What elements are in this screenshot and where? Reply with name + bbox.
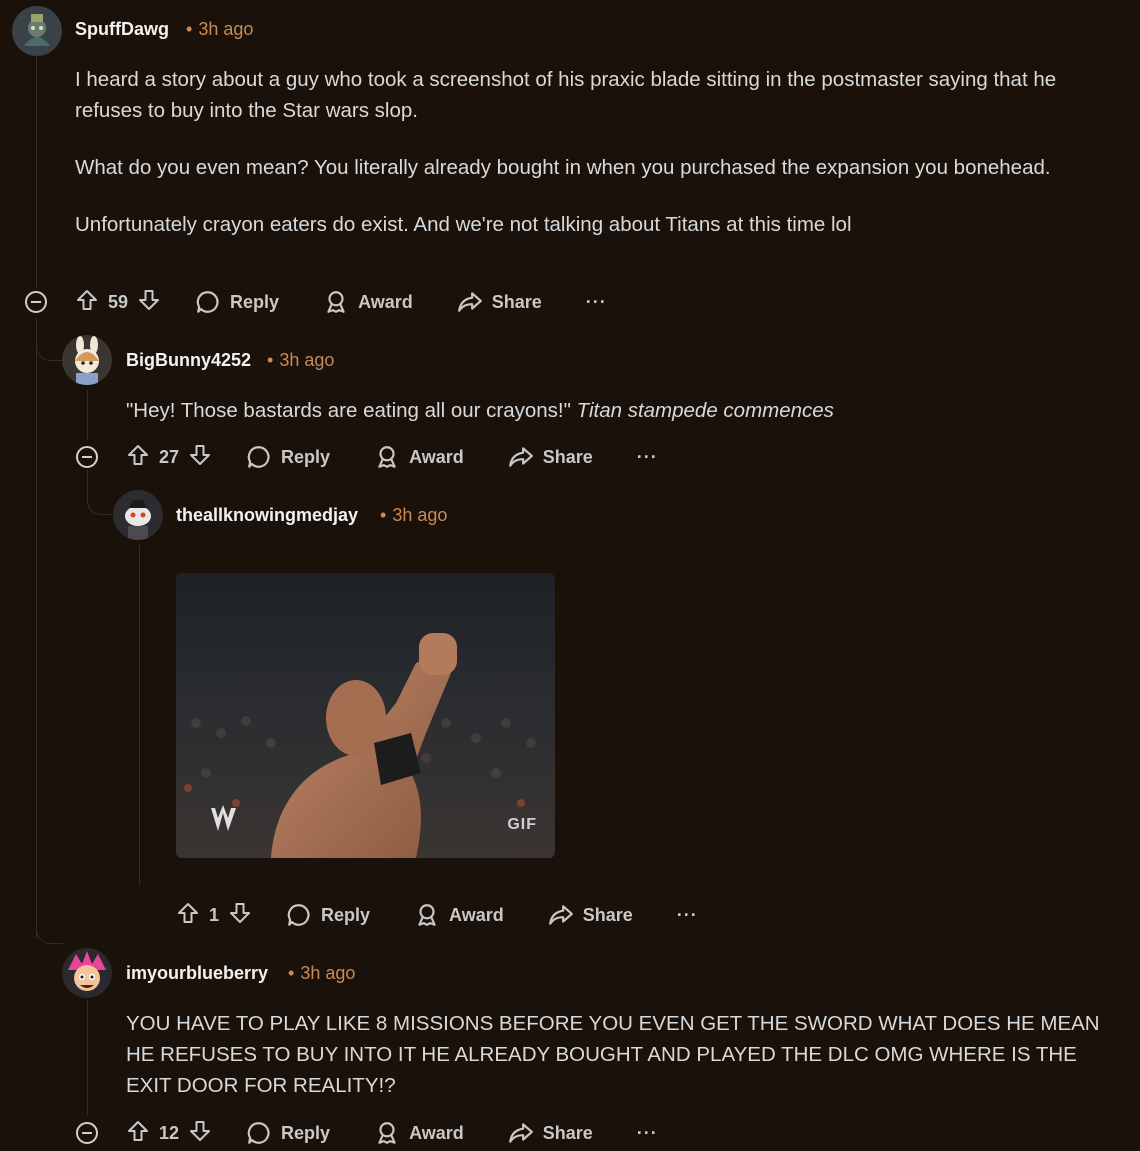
comment-actions: 27 Reply Award Share ···: [126, 440, 658, 474]
avatar[interactable]: [113, 490, 163, 540]
avatar[interactable]: [12, 6, 62, 56]
share-icon: [508, 444, 534, 470]
reply-icon: [195, 289, 221, 315]
vote-group: 59: [75, 288, 161, 317]
share-button[interactable]: Share: [508, 444, 593, 470]
comment-actions: 59 Reply Award Share ···: [75, 285, 607, 319]
timestamp: • 3h ago: [186, 19, 254, 39]
timestamp: • 3h ago: [380, 505, 448, 525]
share-icon: [548, 902, 574, 928]
thread-line-root-2: [36, 318, 37, 938]
comment-body: I heard a story about a guy who took a s…: [75, 64, 1120, 240]
username[interactable]: imyourblueberry: [126, 962, 268, 984]
comment-text: "Hey! Those bastards are eating all our …: [126, 399, 571, 422]
vote-count: 59: [108, 291, 129, 312]
vote-group: 12: [126, 1119, 212, 1148]
avatar[interactable]: [62, 948, 112, 998]
more-icon[interactable]: ···: [677, 905, 698, 926]
share-icon: [508, 1120, 534, 1146]
award-button[interactable]: Award: [374, 444, 464, 470]
reply-button[interactable]: Reply: [246, 444, 330, 470]
award-button[interactable]: Award: [374, 1120, 464, 1146]
more-icon[interactable]: ···: [586, 292, 607, 313]
username[interactable]: BigBunny4252: [126, 349, 251, 371]
upvote-icon[interactable]: [126, 443, 150, 472]
comment-actions: 1 Reply Award Share ···: [176, 898, 698, 932]
upvote-icon[interactable]: [176, 901, 200, 930]
comment-italic-text: Titan stampede commences: [576, 399, 834, 422]
downvote-icon[interactable]: [228, 901, 252, 930]
thread-elbow-medjay: [87, 470, 114, 515]
vote-count: 12: [159, 1122, 180, 1143]
comment-body: YOU HAVE TO PLAY LIKE 8 MISSIONS BEFORE …: [126, 1008, 1116, 1101]
share-label: Share: [582, 904, 633, 925]
vote-count: 1: [209, 904, 220, 925]
timestamp-text: 3h ago: [198, 19, 254, 39]
share-button[interactable]: Share: [457, 289, 542, 315]
thread-line-blueberry: [87, 1000, 88, 1115]
award-button[interactable]: Award: [323, 289, 413, 315]
award-label: Award: [358, 291, 413, 312]
timestamp-text: 3h ago: [300, 963, 356, 983]
award-icon: [374, 1120, 400, 1146]
award-label: Award: [449, 904, 504, 925]
reply-label: Reply: [321, 904, 371, 925]
username[interactable]: SpuffDawg: [75, 18, 169, 40]
reply-button[interactable]: Reply: [286, 902, 370, 928]
award-icon: [374, 444, 400, 470]
thread-elbow-blueberry: [36, 905, 63, 944]
thread-elbow-bigbunny: [36, 318, 63, 361]
reply-icon: [246, 1120, 272, 1146]
share-button[interactable]: Share: [508, 1120, 593, 1146]
timestamp: • 3h ago: [267, 350, 335, 370]
gif-label: GIF: [507, 816, 537, 833]
thread-line-bigbunny: [87, 390, 88, 440]
vote-group: 1: [176, 901, 252, 930]
thread-line-root: [36, 56, 37, 288]
avatar[interactable]: [62, 335, 112, 385]
reply-button[interactable]: Reply: [195, 289, 279, 315]
comment-paragraph: What do you even mean? You literally alr…: [75, 156, 1051, 179]
thread-line-medjay: [139, 545, 140, 885]
username[interactable]: theallknowingmedjay: [176, 504, 358, 526]
comment-paragraph: I heard a story about a guy who took a s…: [75, 68, 1057, 122]
share-button[interactable]: Share: [548, 902, 633, 928]
downvote-icon[interactable]: [188, 1119, 212, 1148]
more-icon[interactable]: ···: [637, 447, 658, 468]
reply-icon: [286, 902, 312, 928]
award-button[interactable]: Award: [414, 902, 504, 928]
timestamp-text: 3h ago: [279, 350, 335, 370]
gif-image[interactable]: GIF: [176, 573, 555, 858]
timestamp-text: 3h ago: [392, 505, 448, 525]
upvote-icon[interactable]: [75, 288, 99, 317]
collapse-icon[interactable]: [25, 291, 47, 313]
comment-actions: 12 Reply Award Share ···: [126, 1116, 658, 1150]
share-icon: [457, 289, 483, 315]
comment-body: "Hey! Those bastards are eating all our …: [126, 395, 1116, 426]
reply-label: Reply: [230, 291, 280, 312]
share-label: Share: [542, 446, 593, 467]
vote-count: 27: [159, 446, 180, 467]
award-icon: [323, 289, 349, 315]
downvote-icon[interactable]: [188, 443, 212, 472]
award-icon: [414, 902, 440, 928]
collapse-icon[interactable]: [76, 1122, 98, 1144]
downvote-icon[interactable]: [137, 288, 161, 317]
comment-paragraph: Unfortunately crayon eaters do exist. An…: [75, 213, 852, 236]
share-label: Share: [491, 291, 542, 312]
more-icon[interactable]: ···: [637, 1123, 658, 1144]
award-label: Award: [409, 446, 464, 467]
collapse-icon[interactable]: [76, 446, 98, 468]
reply-button[interactable]: Reply: [246, 1120, 330, 1146]
reply-label: Reply: [281, 1122, 331, 1143]
comment-text: YOU HAVE TO PLAY LIKE 8 MISSIONS BEFORE …: [126, 1012, 1100, 1097]
reply-label: Reply: [281, 446, 331, 467]
share-label: Share: [542, 1122, 593, 1143]
award-label: Award: [409, 1122, 464, 1143]
timestamp: • 3h ago: [288, 963, 356, 983]
upvote-icon[interactable]: [126, 1119, 150, 1148]
vote-group: 27: [126, 443, 212, 472]
reply-icon: [246, 444, 272, 470]
